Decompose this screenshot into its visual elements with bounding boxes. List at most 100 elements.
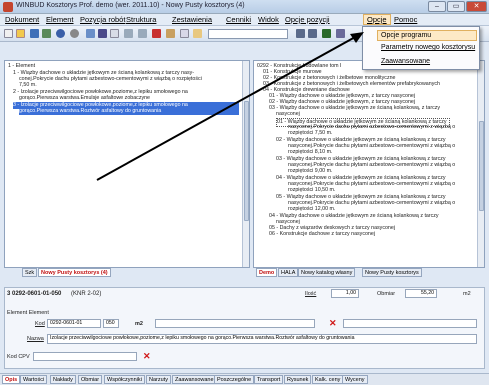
delete-icon[interactable] xyxy=(152,29,161,38)
tree-item: conej.Pokrycie dachu płytami azbestowo-c… xyxy=(19,76,202,82)
unit-value: m2 xyxy=(135,321,143,327)
tab-poszczegolne[interactable]: Poszczególne xyxy=(214,375,255,384)
kod-field[interactable]: 0292-0601-01 xyxy=(47,319,101,328)
right-scrollbar[interactable] xyxy=(477,61,484,267)
undo-icon[interactable] xyxy=(56,29,65,38)
tab-nowy-katalog[interactable]: Nowy katalog własny xyxy=(298,268,356,277)
tab-naklady[interactable]: Nakłady xyxy=(50,375,76,384)
menu-pozycja[interactable]: Pozycja robót xyxy=(80,15,125,24)
left-scrollbar[interactable] xyxy=(242,61,249,267)
scroll-thumb[interactable] xyxy=(479,121,484,211)
tab-rysunek[interactable]: Rysunek xyxy=(284,375,312,384)
tab-zaawansowane[interactable]: Zaawansowane xyxy=(172,375,217,384)
redo-icon[interactable] xyxy=(70,29,79,38)
title-bar: WINBUD Kosztorys Prof. demo (wer. 2011.1… xyxy=(0,0,489,14)
sum-icon[interactable] xyxy=(110,29,119,38)
new-doc-icon[interactable] xyxy=(4,29,13,38)
kod-cpv-label: Kod CPV xyxy=(7,354,30,360)
kod-label: Kod xyxy=(35,321,45,327)
save-icon[interactable] xyxy=(30,29,39,38)
quantity-field[interactable]: 1,00 xyxy=(331,289,359,298)
menu-bar: Dokument Element Pozycja robót Struktura… xyxy=(0,14,489,26)
stat-label: Obmiar xyxy=(377,291,396,297)
menu-struktura[interactable]: Struktura xyxy=(126,15,156,24)
tab-narzuty[interactable]: Narzuty xyxy=(146,375,171,384)
paste-icon[interactable] xyxy=(193,29,202,38)
tab-transport[interactable]: Transport xyxy=(254,375,284,384)
estimate-tree-pane[interactable]: 1 - Element 1 - Wiązby dachowe o układzi… xyxy=(4,60,250,268)
tree-item: gorąco.Pierwsza warstwa.Emulsje asfaltow… xyxy=(19,95,151,101)
menu-pomoc[interactable]: Pomoc xyxy=(394,15,417,24)
menu-item-opcje-programu[interactable]: Opcje programu xyxy=(377,30,477,41)
copy-icon[interactable] xyxy=(180,29,189,38)
tab-nowy-pusty-kosztorys[interactable]: Nowy Pusty kosztorys xyxy=(362,268,422,277)
open-folder-icon[interactable] xyxy=(16,29,25,38)
left-tabs: Szk Nowy Pusty kosztorys (4) xyxy=(22,268,222,277)
catalog-item: rozpiętości 8,10 m. xyxy=(288,149,333,155)
catalog-item: rozpiętości 9,00 m. xyxy=(288,168,333,174)
minimize-button[interactable]: – xyxy=(428,1,446,12)
tree-item[interactable]: 1 - Element xyxy=(8,63,35,70)
maximize-button[interactable]: ▭ xyxy=(447,1,465,12)
menu-item-zaawansowane[interactable]: Zaawansowane xyxy=(381,58,430,65)
obmiar-field[interactable]: 55,20 xyxy=(405,289,437,298)
section-label: Element Element xyxy=(7,310,49,316)
outdent-icon[interactable] xyxy=(138,29,147,38)
position-editor: 3 0292-0601-01-050 (KNR 2-02) Ilość 1,00… xyxy=(4,287,485,369)
app-window: WINBUD Kosztorys Prof. demo (wer. 2011.1… xyxy=(0,0,489,385)
tab-nowy-pusty[interactable]: Nowy Pusty kosztorys (4) xyxy=(38,268,111,277)
close-button[interactable]: ✕ xyxy=(466,1,487,12)
options-icon[interactable] xyxy=(336,29,345,38)
menu-dokument[interactable]: Dokument xyxy=(5,15,39,24)
tab-szk[interactable]: Szk xyxy=(22,268,38,277)
nazwa-label: Nazwa xyxy=(27,336,44,342)
catalog-item: rozpiętości 10,50 m. xyxy=(288,187,336,193)
print-icon[interactable] xyxy=(42,29,51,38)
menu-cenniki[interactable]: Cenniki xyxy=(226,15,251,24)
catalog-item: rozpiętości 12,00 m. xyxy=(288,206,336,212)
clear-icon[interactable]: ✕ xyxy=(329,319,337,328)
catalog-tree-pane[interactable]: 0292 - Konstrukcje budowlane tom I 01 - … xyxy=(253,60,485,268)
clear-cpv-icon[interactable]: ✕ xyxy=(143,352,151,361)
tree-item-selected: gorąco.Pierwsza warstwa.Roztwór asfaltow… xyxy=(19,108,239,115)
calc-icon[interactable] xyxy=(86,29,95,38)
kod-cpv-field[interactable] xyxy=(33,352,137,361)
tab-wyceny[interactable]: Wyceny xyxy=(342,375,368,384)
options-dropdown: Opcje programu Parametry nowego kosztory… xyxy=(362,26,480,70)
position-source: (KNR 2-02) xyxy=(71,291,102,297)
catalog-item: nasyconej xyxy=(276,111,300,117)
indent-icon[interactable] xyxy=(124,29,133,38)
kod-desc-field[interactable] xyxy=(155,319,315,328)
app-icon xyxy=(3,2,13,12)
text-a2-icon[interactable] xyxy=(308,29,317,38)
tab-wspolczynniki[interactable]: Współczynniki xyxy=(104,375,145,384)
catalog-item[interactable]: 06 - Konstrukcje dachowe z tarczy nasyco… xyxy=(269,231,375,238)
tab-kalk-ceny[interactable]: Kalk. ceny xyxy=(312,375,344,384)
position-code: 3 0292-0601-01-050 xyxy=(7,291,62,297)
tab-hala[interactable]: HALA xyxy=(278,268,299,277)
bottom-tabs: Opis Wartości Nakłady Obmiar Współczynni… xyxy=(0,373,489,385)
text-a-icon[interactable] xyxy=(296,29,305,38)
tree-item: 7,50 m. xyxy=(19,82,37,88)
menu-opcje-pozycji[interactable]: Opcje pozycji xyxy=(285,15,330,24)
scroll-thumb[interactable] xyxy=(244,101,249,221)
catalog-item: rozpiętości 7,50 m. xyxy=(288,130,333,136)
menu-element[interactable]: Element xyxy=(46,15,74,24)
sort-icon[interactable] xyxy=(98,29,107,38)
unit-label: m2 xyxy=(463,291,471,297)
kod-suffix-field[interactable]: 050 xyxy=(103,319,119,328)
menu-item-parametry[interactable]: Parametry nowego kosztorysu xyxy=(381,44,475,51)
tab-obmiar[interactable]: Obmiar xyxy=(78,375,103,384)
menu-widok[interactable]: Widok xyxy=(258,15,279,24)
nazwa-field[interactable]: Izolacje przeciwwilgociowe powłokowe,poz… xyxy=(47,334,477,344)
tab-wartosci[interactable]: Wartości xyxy=(20,375,48,384)
menu-opcje[interactable]: Opcje xyxy=(363,14,391,25)
extra-field[interactable] xyxy=(343,319,477,328)
find-icon[interactable] xyxy=(322,29,331,38)
quantity-label: Ilość xyxy=(305,291,317,297)
tab-opis[interactable]: Opis xyxy=(2,375,21,384)
tab-demo[interactable]: Demo xyxy=(256,268,278,277)
zoom-combo[interactable] xyxy=(208,29,288,39)
cut-icon[interactable] xyxy=(166,29,175,38)
menu-zestawienia[interactable]: Zestawienia xyxy=(172,15,212,24)
